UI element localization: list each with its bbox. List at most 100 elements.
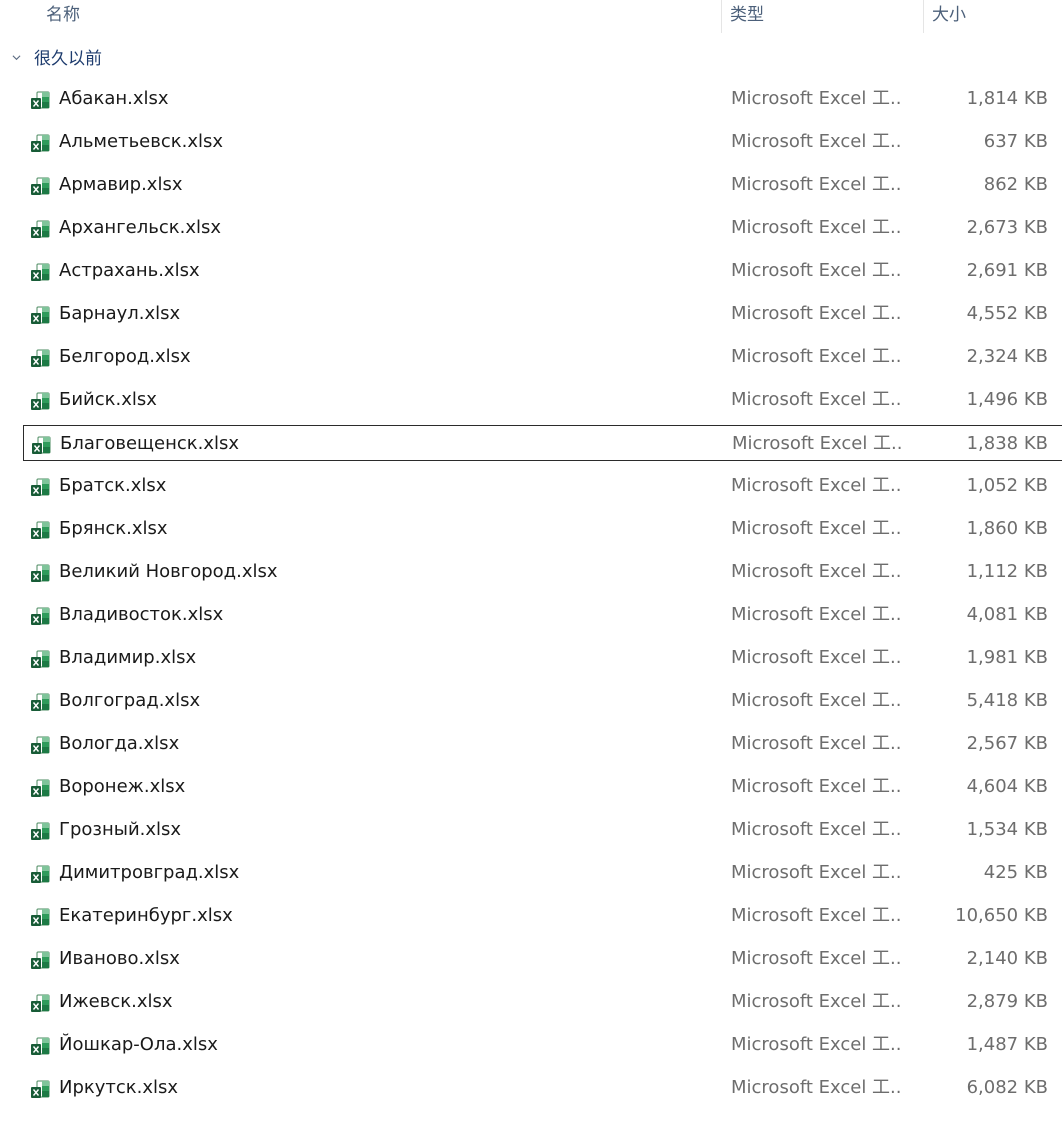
- file-size: 4,081 KB: [966, 604, 1048, 625]
- group-label: 很久以前: [34, 49, 102, 69]
- file-size: 1,814 KB: [966, 88, 1048, 109]
- file-name: Армавир.xlsx: [59, 174, 183, 195]
- file-size: 5,418 KB: [966, 690, 1048, 711]
- file-name: Благовещенск.xlsx: [60, 433, 240, 454]
- file-row[interactable]: Воронеж.xlsx Microsoft Excel 工... 4,604 …: [23, 769, 1062, 805]
- chevron-down-icon[interactable]: [12, 53, 21, 62]
- file-name: Вологда.xlsx: [59, 733, 180, 754]
- file-type: Microsoft Excel 工...: [731, 690, 901, 711]
- file-row[interactable]: Благовещенск.xlsx Microsoft Excel 工... 1…: [23, 425, 1062, 461]
- file-size: 862 KB: [983, 174, 1048, 195]
- column-divider[interactable]: [721, 0, 722, 33]
- file-row[interactable]: Димитровград.xlsx Microsoft Excel 工... 4…: [23, 855, 1062, 891]
- file-name: Братск.xlsx: [59, 475, 167, 496]
- excel-file-icon: [31, 263, 50, 281]
- file-name: Волгоград.xlsx: [59, 690, 201, 711]
- file-row[interactable]: Владимир.xlsx Microsoft Excel 工... 1,981…: [23, 640, 1062, 676]
- file-type: Microsoft Excel 工...: [731, 1034, 901, 1055]
- file-size: 637 KB: [983, 131, 1048, 152]
- column-header-bar: 名称 类型 大小: [0, 0, 1062, 34]
- file-row[interactable]: Астрахань.xlsx Microsoft Excel 工... 2,69…: [23, 253, 1062, 289]
- file-row[interactable]: Бийск.xlsx Microsoft Excel 工... 1,496 KB: [23, 382, 1062, 418]
- excel-file-icon: [31, 91, 50, 109]
- file-name: Альметьевск.xlsx: [59, 131, 224, 152]
- file-type: Microsoft Excel 工...: [731, 346, 901, 367]
- file-type: Microsoft Excel 工...: [731, 303, 901, 324]
- file-type: Microsoft Excel 工...: [731, 518, 901, 539]
- file-type: Microsoft Excel 工...: [731, 260, 901, 281]
- file-name: Владимир.xlsx: [59, 647, 197, 668]
- column-header-type[interactable]: 类型: [730, 0, 920, 32]
- file-name: Ижевск.xlsx: [59, 991, 173, 1012]
- file-row[interactable]: Архангельск.xlsx Microsoft Excel 工... 2,…: [23, 210, 1062, 246]
- file-type: Microsoft Excel 工...: [731, 561, 901, 582]
- file-size: 1,487 KB: [966, 1034, 1048, 1055]
- file-size: 4,552 KB: [966, 303, 1048, 324]
- file-name: Астрахань.xlsx: [59, 260, 200, 281]
- file-row[interactable]: Иркутск.xlsx Microsoft Excel 工... 6,082 …: [23, 1070, 1062, 1106]
- file-name: Великий Новгород.xlsx: [59, 561, 278, 582]
- file-name: Брянск.xlsx: [59, 518, 168, 539]
- excel-file-icon: [31, 607, 50, 625]
- excel-file-icon: [31, 306, 50, 324]
- file-size: 2,140 KB: [966, 948, 1048, 969]
- file-type: Microsoft Excel 工...: [731, 948, 901, 969]
- file-type: Microsoft Excel 工...: [731, 776, 901, 797]
- file-size: 2,567 KB: [966, 733, 1048, 754]
- file-row[interactable]: Белгород.xlsx Microsoft Excel 工... 2,324…: [23, 339, 1062, 375]
- excel-file-icon: [31, 865, 50, 883]
- file-row[interactable]: Барнаул.xlsx Microsoft Excel 工... 4,552 …: [23, 296, 1062, 332]
- file-row[interactable]: Брянск.xlsx Microsoft Excel 工... 1,860 K…: [23, 511, 1062, 547]
- file-name: Воронеж.xlsx: [59, 776, 186, 797]
- file-size: 2,691 KB: [966, 260, 1048, 281]
- file-name: Грозный.xlsx: [59, 819, 182, 840]
- column-header-name[interactable]: 名称: [46, 0, 716, 32]
- file-row[interactable]: Волгоград.xlsx Microsoft Excel 工... 5,41…: [23, 683, 1062, 719]
- file-size: 1,112 KB: [966, 561, 1048, 582]
- excel-file-icon: [31, 994, 50, 1012]
- excel-file-icon: [31, 134, 50, 152]
- file-row[interactable]: Альметьевск.xlsx Microsoft Excel 工... 63…: [23, 124, 1062, 160]
- file-name: Владивосток.xlsx: [59, 604, 224, 625]
- file-name: Димитровград.xlsx: [59, 862, 240, 883]
- excel-file-icon: [31, 951, 50, 969]
- file-row[interactable]: Армавир.xlsx Microsoft Excel 工... 862 KB: [23, 167, 1062, 203]
- excel-file-icon: [31, 650, 50, 668]
- file-size: 2,673 KB: [966, 217, 1048, 238]
- file-row[interactable]: Вологда.xlsx Microsoft Excel 工... 2,567 …: [23, 726, 1062, 762]
- file-row[interactable]: Грозный.xlsx Microsoft Excel 工... 1,534 …: [23, 812, 1062, 848]
- file-row[interactable]: Абакан.xlsx Microsoft Excel 工... 1,814 K…: [23, 81, 1062, 117]
- group-header[interactable]: 很久以前: [0, 42, 600, 76]
- file-name: Барнаул.xlsx: [59, 303, 181, 324]
- file-type: Microsoft Excel 工...: [731, 475, 901, 496]
- file-row[interactable]: Братск.xlsx Microsoft Excel 工... 1,052 K…: [23, 468, 1062, 504]
- file-name: Абакан.xlsx: [59, 88, 169, 109]
- file-size: 1,534 KB: [966, 819, 1048, 840]
- file-type: Microsoft Excel 工...: [731, 1077, 901, 1098]
- file-row[interactable]: Владивосток.xlsx Microsoft Excel 工... 4,…: [23, 597, 1062, 633]
- file-row[interactable]: Ижевск.xlsx Microsoft Excel 工... 2,879 K…: [23, 984, 1062, 1020]
- file-type: Microsoft Excel 工...: [731, 862, 901, 883]
- file-type: Microsoft Excel 工...: [732, 433, 902, 454]
- excel-file-icon: [31, 349, 50, 367]
- file-type: Microsoft Excel 工...: [731, 991, 901, 1012]
- file-size: 2,879 KB: [966, 991, 1048, 1012]
- file-size: 6,082 KB: [966, 1077, 1048, 1098]
- file-name: Бийск.xlsx: [59, 389, 157, 410]
- file-type: Microsoft Excel 工...: [731, 389, 901, 410]
- file-row[interactable]: Екатеринбург.xlsx Microsoft Excel 工... 1…: [23, 898, 1062, 934]
- file-type: Microsoft Excel 工...: [731, 647, 901, 668]
- file-name: Йошкар-Ола.xlsx: [59, 1034, 218, 1055]
- file-row[interactable]: Иваново.xlsx Microsoft Excel 工... 2,140 …: [23, 941, 1062, 977]
- file-size: 1,838 KB: [966, 433, 1048, 454]
- excel-file-icon: [31, 693, 50, 711]
- file-size: 10,650 KB: [955, 905, 1048, 926]
- file-name: Архангельск.xlsx: [59, 217, 222, 238]
- file-row[interactable]: Йошкар-Ола.xlsx Microsoft Excel 工... 1,4…: [23, 1027, 1062, 1063]
- column-divider[interactable]: [923, 0, 924, 33]
- excel-file-icon: [31, 1037, 50, 1055]
- file-name: Белгород.xlsx: [59, 346, 191, 367]
- file-row[interactable]: Великий Новгород.xlsx Microsoft Excel 工.…: [23, 554, 1062, 590]
- column-header-size[interactable]: 大小: [932, 0, 1052, 32]
- excel-file-icon: [31, 1080, 50, 1098]
